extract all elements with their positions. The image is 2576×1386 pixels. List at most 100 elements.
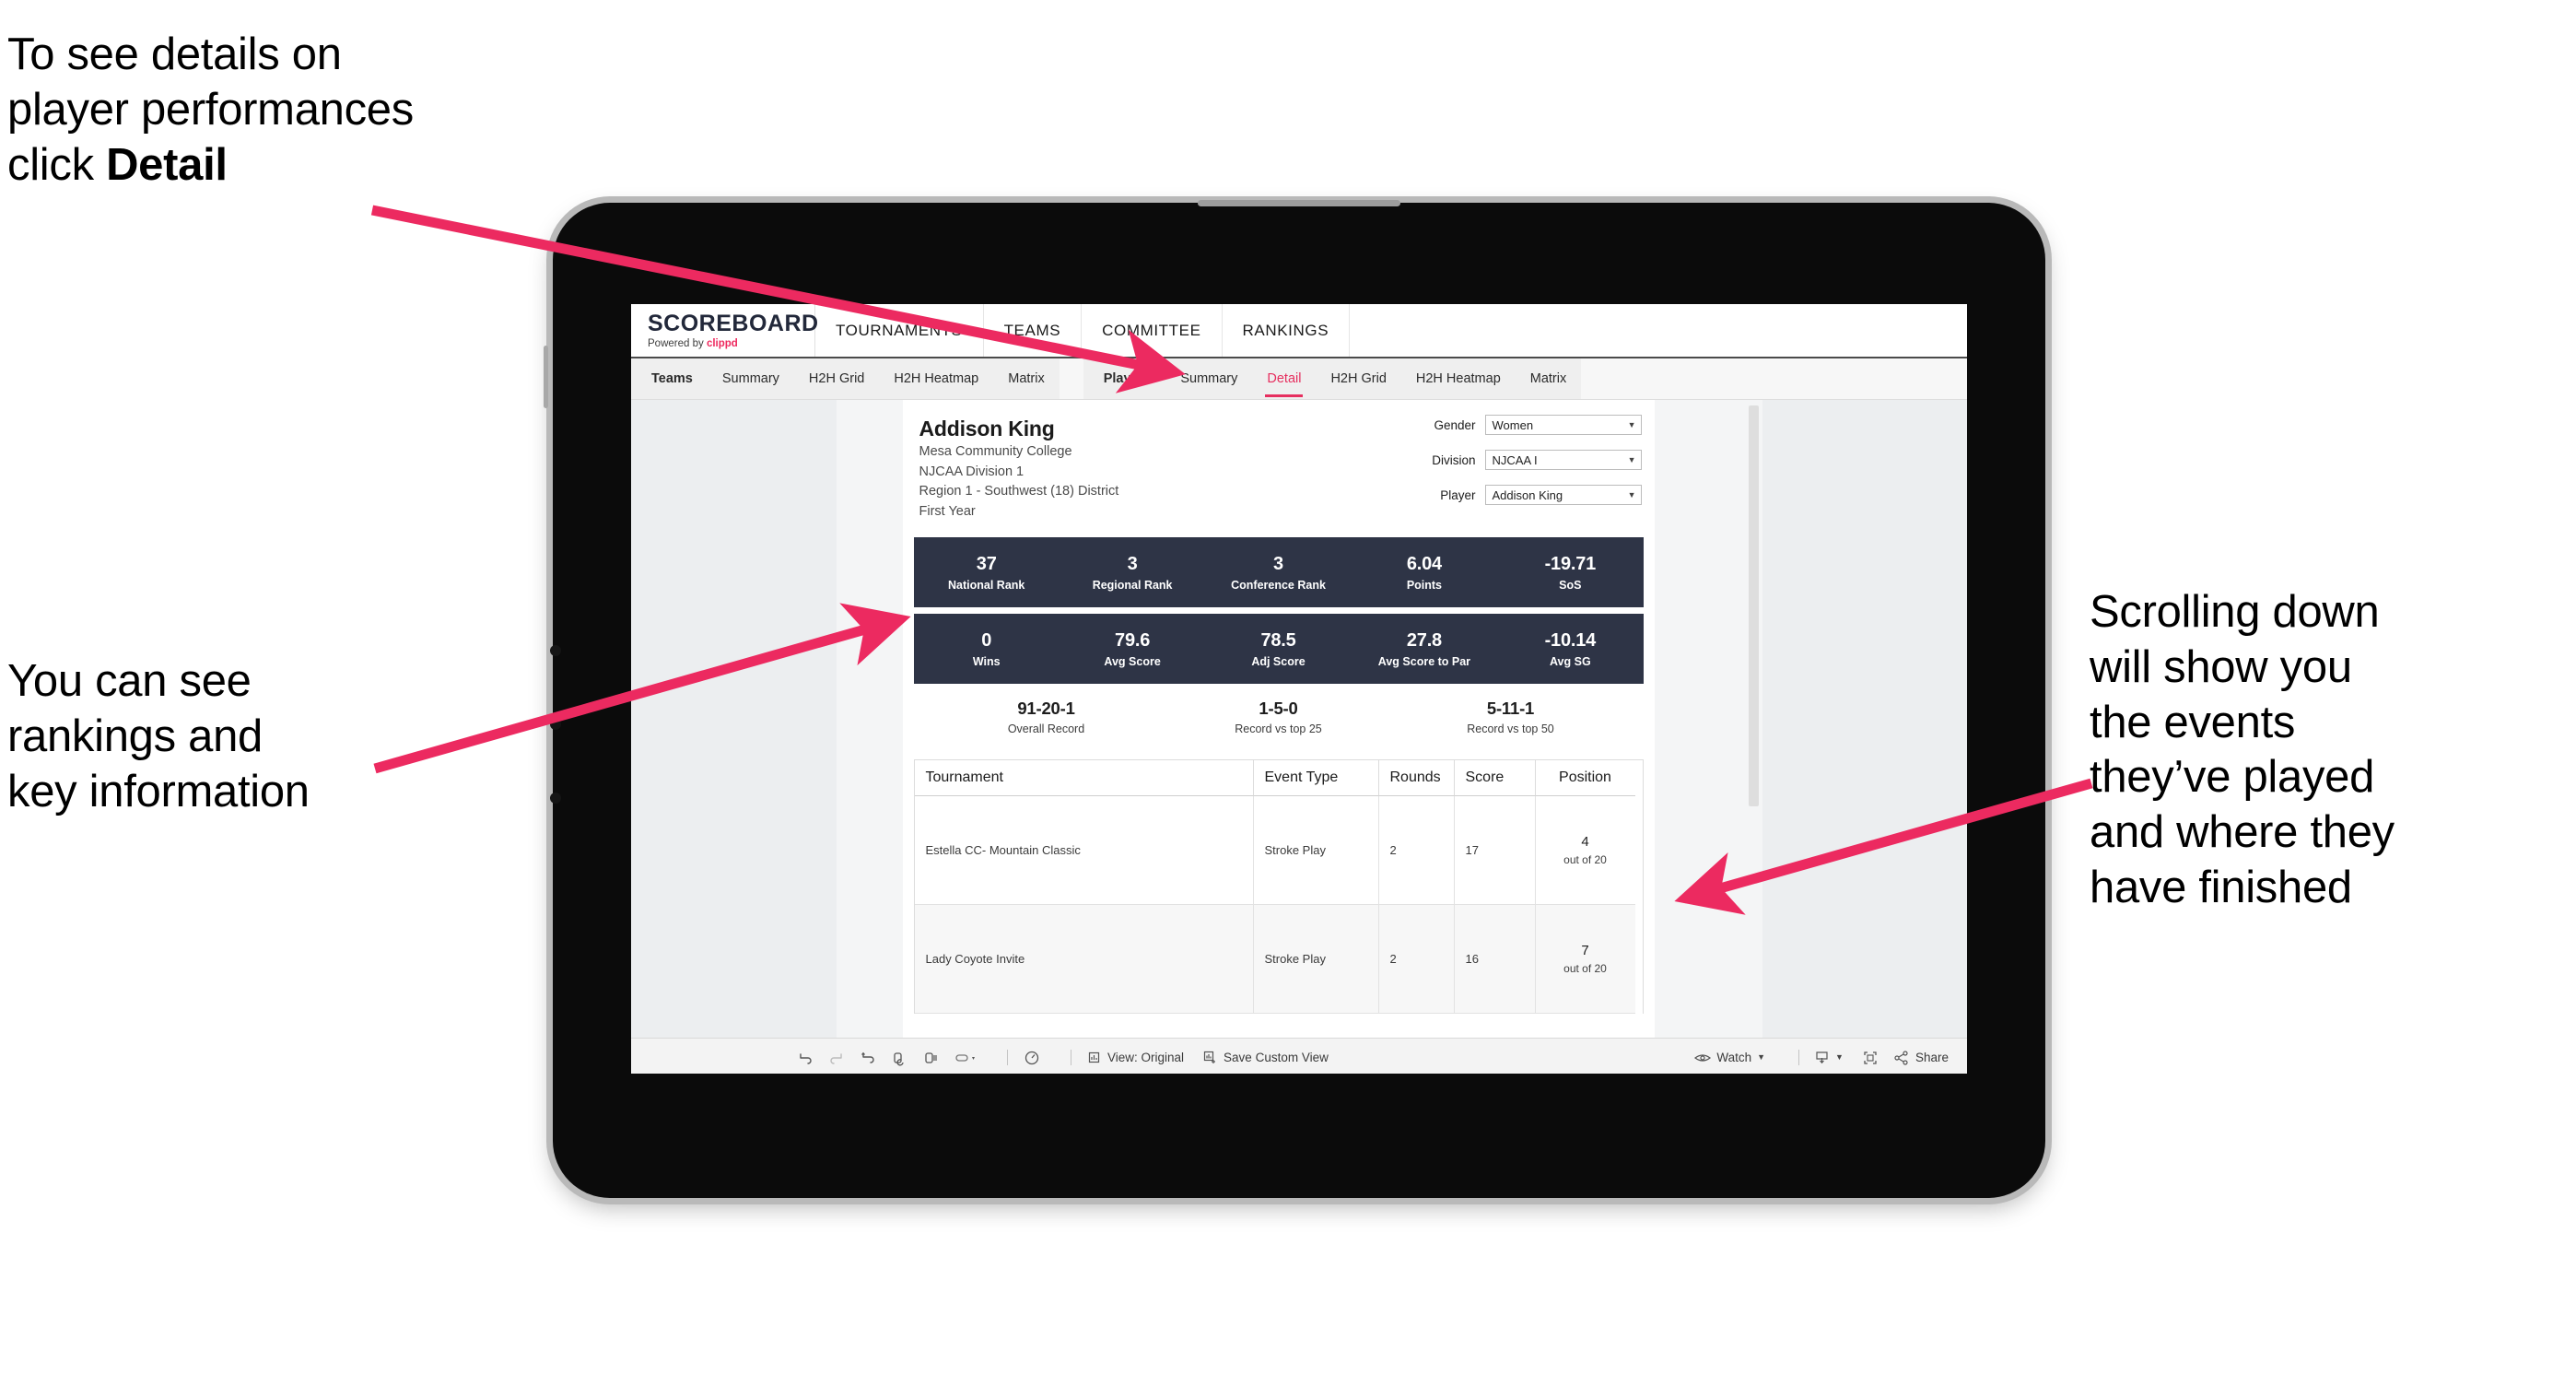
callout-detail-bold: Detail (106, 139, 228, 190)
save-custom-view-label: Save Custom View (1224, 1051, 1329, 1064)
player-header: Addison King Mesa Community College NJCA… (903, 400, 1655, 528)
nav-item-rankings[interactable]: RANKINGS (1223, 304, 1351, 357)
stat-adj-score: 78.5 Adj Score (1205, 630, 1351, 668)
stat-avg-score-to-par: 27.8 Avg Score to Par (1352, 630, 1497, 668)
cell-event-type: Stroke Play (1253, 796, 1379, 906)
filter-player-value: Addison King (1492, 487, 1563, 502)
stat-wins: 0 Wins (914, 630, 1060, 668)
nav-item-tournaments[interactable]: TOURNAMENTS (815, 304, 984, 357)
stat-conference-rank: 3 Conference Rank (1205, 554, 1351, 592)
position-outof: out of 20 (1563, 853, 1607, 867)
toolbar-divider (1007, 1050, 1008, 1065)
stat-label: Avg SG (1549, 654, 1591, 668)
share-label: Share (1914, 1051, 1949, 1064)
tab-players-matrix[interactable]: Matrix (1516, 358, 1581, 399)
stat-value: 27.8 (1406, 629, 1442, 651)
record-value: 5-11-1 (1486, 699, 1535, 719)
download-icon (1816, 1051, 1828, 1064)
position-number: 4 (1581, 834, 1589, 851)
tab-players-h2h-heatmap[interactable]: H2H Heatmap (1401, 358, 1516, 399)
position-number: 7 (1581, 943, 1589, 959)
stat-value: 0 (981, 629, 992, 651)
column-header-score: Score (1454, 760, 1536, 797)
table-header-row: Tournament Event Type Rounds Score Posit… (914, 760, 1643, 797)
stat-label: SoS (1559, 578, 1582, 592)
undo-icon[interactable] (797, 1050, 814, 1066)
tab-players-detail[interactable]: Detail (1252, 358, 1316, 399)
eye-icon (1694, 1053, 1712, 1062)
record-label: Record vs top 50 (1467, 722, 1554, 736)
tablet-side-dot (550, 645, 561, 656)
chevron-down-icon: ▼ (1757, 1052, 1766, 1062)
stat-avg-score: 79.6 Avg Score (1060, 630, 1205, 668)
stat-band-rankings: 37 National Rank 3 Regional Rank 3 Confe… (913, 537, 1644, 608)
stat-avg-sg: -10.14 Avg SG (1497, 630, 1643, 668)
tab-teams-summary[interactable]: Summary (708, 358, 794, 399)
top-navigation-bar: SCOREBOARD Powered by clippd TOURNAMENTS… (631, 304, 1967, 358)
filter-panel: Gender Women ▼ Division NJCAA I ▼ Player… (1393, 415, 1642, 520)
redo-icon[interactable] (828, 1050, 845, 1066)
tablet-power-button[interactable] (544, 346, 548, 408)
table-row[interactable]: Lady Coyote Invite Stroke Play 2 16 7 ou… (914, 905, 1643, 1015)
cell-rounds: 2 (1378, 796, 1455, 906)
tournaments-table: Tournament Event Type Rounds Score Posit… (913, 759, 1644, 1015)
save-custom-view-button[interactable]: Save Custom View (1202, 1050, 1329, 1065)
fullscreen-icon[interactable] (1862, 1050, 1879, 1066)
chevron-down-icon: ▼ (1627, 419, 1636, 429)
refresh-icon[interactable] (891, 1050, 907, 1066)
stat-value: 37 (976, 553, 997, 574)
record-overall: 91-20-1 Overall Record (931, 699, 1163, 735)
filter-division-value: NJCAA I (1492, 452, 1538, 467)
stat-label: Regional Rank (1092, 578, 1173, 592)
share-button[interactable]: Share (1893, 1050, 1949, 1065)
download-button[interactable]: ▼ (1814, 1050, 1844, 1065)
tab-players-summary[interactable]: Summary (1165, 358, 1252, 399)
share-icon (1894, 1050, 1908, 1065)
nav-item-teams[interactable]: TEAMS (984, 304, 1083, 357)
pace-icon[interactable] (1023, 1049, 1041, 1067)
watch-button[interactable]: Watch ▼ (1694, 1051, 1765, 1064)
record-label: Overall Record (1007, 722, 1085, 736)
powered-by-text: Powered by (648, 337, 707, 349)
tab-players-h2h-grid[interactable]: H2H Grid (1316, 358, 1400, 399)
brand-title: SCOREBOARD (648, 310, 819, 336)
tab-teams-matrix[interactable]: Matrix (993, 358, 1059, 399)
record-value: 1-5-0 (1259, 699, 1298, 719)
stat-points: 6.04 Points (1352, 554, 1497, 592)
revert-icon[interactable] (860, 1050, 876, 1066)
stat-value: 78.5 (1260, 629, 1296, 651)
stat-value: -10.14 (1544, 629, 1597, 651)
record-vs-top-25: 1-5-0 Record vs top 25 (1163, 699, 1395, 735)
filter-player-select[interactable]: Addison King ▼ (1484, 485, 1642, 505)
stat-label: Points (1406, 578, 1443, 592)
tab-teams[interactable]: Teams (631, 358, 708, 399)
cell-tournament: Lady Coyote Invite (914, 905, 1254, 1015)
dashboard-sheet: Addison King Mesa Community College NJCA… (836, 400, 1762, 1038)
loop-icon[interactable] (954, 1050, 978, 1066)
watch-label: Watch (1716, 1051, 1752, 1064)
column-header-tournament: Tournament (914, 760, 1254, 797)
stat-label: Adj Score (1251, 654, 1306, 668)
nav-item-committee[interactable]: COMMITTEE (1082, 304, 1223, 357)
tab-teams-h2h-heatmap[interactable]: H2H Heatmap (879, 358, 993, 399)
tab-group-divider (1059, 358, 1083, 399)
tab-group-players: Players Summary Detail H2H Grid H2H Heat… (1083, 358, 1582, 399)
view-original-button[interactable]: View: Original (1086, 1050, 1184, 1065)
filter-gender-value: Women (1492, 417, 1534, 432)
filter-division-select[interactable]: NJCAA I ▼ (1484, 450, 1642, 470)
tab-teams-h2h-grid[interactable]: H2H Grid (794, 358, 879, 399)
tablet-speaker (1198, 200, 1400, 206)
stat-label: National Rank (948, 578, 1025, 592)
tab-players[interactable]: Players (1083, 358, 1166, 399)
table-row[interactable]: Estella CC- Mountain Classic Stroke Play… (914, 796, 1643, 906)
filter-gender-select[interactable]: Women ▼ (1484, 415, 1642, 435)
player-detail-card: Addison King Mesa Community College NJCA… (902, 400, 1655, 1038)
view-icon (1088, 1051, 1100, 1063)
brand-subtitle: Powered by clippd (648, 338, 814, 349)
chevron-down-icon: ▼ (1835, 1052, 1844, 1062)
callout-rankings: You can see rankings and key information (7, 656, 310, 816)
stat-label: Avg Score (1104, 654, 1161, 668)
vertical-scrollbar[interactable] (1748, 405, 1759, 806)
pause-icon[interactable] (922, 1050, 939, 1066)
callout-detail: To see details on player performances cl… (7, 28, 414, 193)
